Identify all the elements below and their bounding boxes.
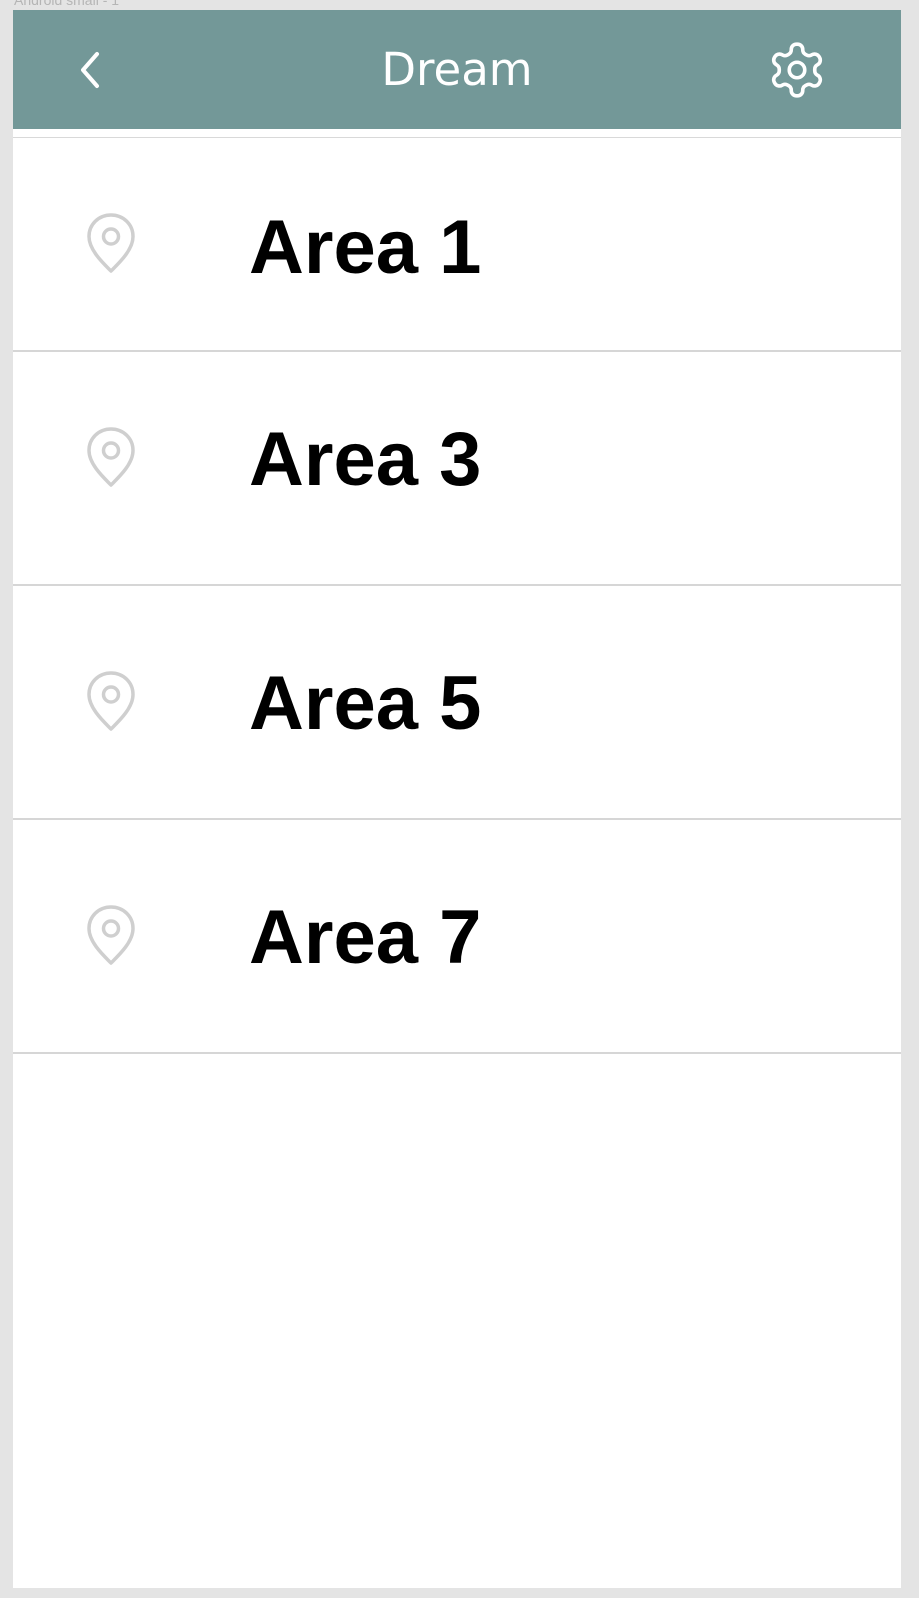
location-pin-icon [87, 905, 135, 965]
area-label: Area 1 [249, 205, 482, 290]
area-list: Area 1 Area 3 Area 5 Area 7 [13, 138, 901, 1054]
area-list-item[interactable]: Area 3 [13, 352, 901, 586]
app-title: Dream [381, 43, 533, 96]
area-list-item[interactable]: Area 7 [13, 820, 901, 1054]
area-label: Area 7 [249, 895, 482, 980]
phone-screen: Dream Area 1 Area 3 Area 5 Area 7 [13, 10, 901, 1588]
app-bar: Dream [13, 10, 901, 129]
area-list-item[interactable]: Area 1 [13, 138, 901, 352]
gear-icon [771, 42, 823, 98]
location-pin-icon [87, 213, 135, 273]
back-button[interactable] [61, 38, 119, 102]
app-bar-divider [13, 129, 901, 138]
settings-button[interactable] [763, 36, 831, 104]
area-list-item[interactable]: Area 5 [13, 586, 901, 820]
location-pin-icon [87, 671, 135, 731]
area-label: Area 5 [249, 661, 482, 746]
artboard-label: Android small - 1 [14, 0, 120, 8]
chevron-left-icon [81, 52, 99, 88]
area-label: Area 3 [249, 417, 482, 502]
location-pin-icon [87, 427, 135, 487]
